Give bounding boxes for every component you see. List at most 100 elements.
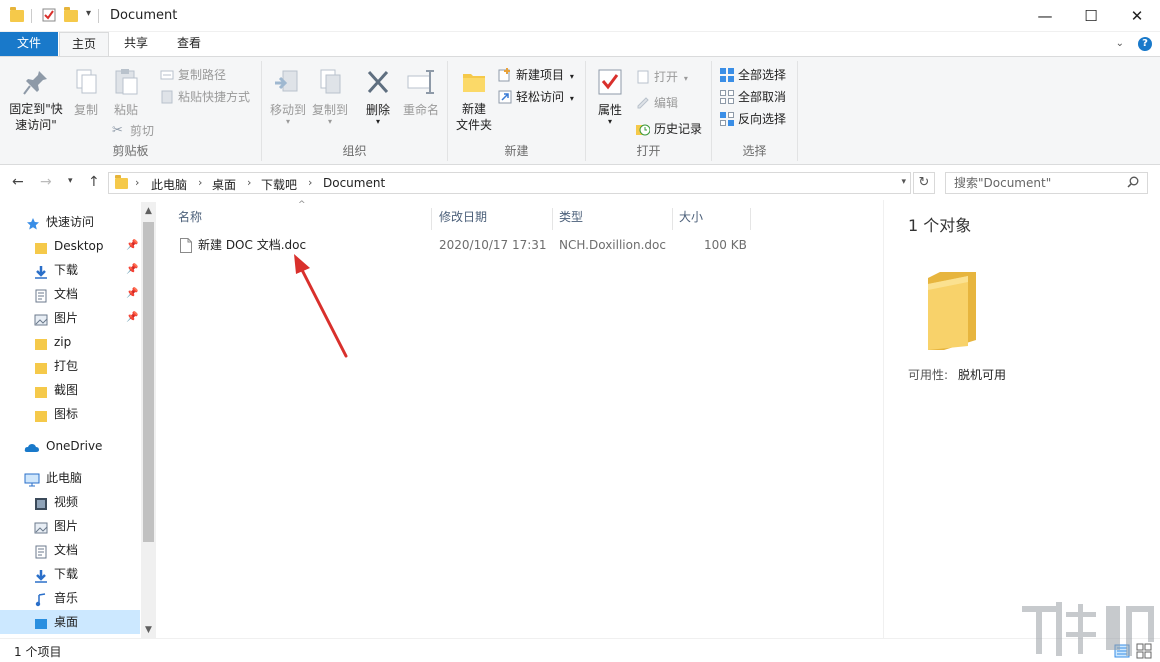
search-input[interactable] [954, 175, 1124, 191]
address-bar[interactable]: › 此电脑 › 桌面 › 下载吧 › Document ▾ [108, 172, 911, 194]
select-all-label: 全部选择 [738, 68, 787, 82]
nav-quick-access[interactable]: 快速访问 [0, 210, 140, 234]
folder-icon [34, 407, 48, 422]
forward-arrow-icon[interactable]: → [40, 174, 52, 190]
copy-to-label: 复制到 [311, 103, 348, 117]
column-header-size[interactable]: 大小 [673, 208, 751, 230]
column-header-modified[interactable]: 修改日期 [433, 208, 553, 230]
history-button[interactable]: 历史记录 [636, 119, 702, 139]
edit-button[interactable]: 编辑 [636, 93, 678, 113]
nav-item-icons[interactable]: 图标 [0, 402, 140, 426]
delete-label: 删除 [365, 103, 390, 117]
rename-button[interactable]: 重命名 [400, 63, 442, 118]
nav-item-downloads[interactable]: 下载 📌 [0, 258, 140, 282]
recent-locations-icon[interactable]: ▾ [68, 176, 73, 186]
tab-home[interactable]: 主页 [59, 32, 109, 56]
table-row[interactable]: 新建 DOC 文档.doc 2020/10/17 17:31 NCH.Doxil… [174, 234, 754, 256]
customize-quick-access-icon[interactable]: ▾ [86, 8, 91, 19]
breadcrumb-download[interactable]: 下载吧 [261, 176, 297, 193]
easy-access-button[interactable]: 轻松访问 ▾ [498, 87, 574, 107]
nav-item-pc-pictures[interactable]: 图片 [0, 514, 140, 538]
properties-quick-icon[interactable] [42, 8, 56, 22]
annotation-arrow-icon [294, 254, 348, 358]
up-arrow-icon[interactable]: ↑ [88, 174, 100, 190]
help-icon[interactable]: ? [1138, 37, 1152, 51]
breadcrumb-desktop[interactable]: 桌面 [212, 176, 236, 193]
nav-item-pc-desktop[interactable]: 桌面 [0, 610, 140, 634]
paste-shortcut-button[interactable]: 粘贴快捷方式 [160, 87, 250, 107]
select-none-icon [720, 90, 734, 104]
cloud-icon [24, 439, 39, 453]
breadcrumb-this-pc[interactable]: 此电脑 [151, 176, 187, 193]
column-header-name[interactable]: 名称 [172, 208, 432, 230]
maximize-button[interactable]: ☐ [1068, 0, 1114, 31]
pin-icon[interactable]: 📌 [126, 258, 138, 282]
new-item-button[interactable]: 新建项目 ▾ [498, 65, 574, 85]
search-icon[interactable] [1127, 176, 1139, 191]
cut-button[interactable]: ✂ 剪切 [112, 121, 154, 141]
nav-item-pack[interactable]: 打包 [0, 354, 140, 378]
minimize-button[interactable]: — [1022, 0, 1068, 31]
new-folder-button[interactable]: 新建 文件夹 [452, 63, 496, 133]
nav-this-pc[interactable]: 此电脑 [0, 466, 140, 490]
dropdown-arrow-icon: ▾ [569, 72, 574, 81]
close-button[interactable]: ✕ [1114, 0, 1160, 31]
delete-button[interactable]: 删除 ▾ [360, 63, 396, 126]
copy-button[interactable]: 复制 [68, 63, 104, 118]
nav-item-desktop[interactable]: Desktop 📌 [0, 234, 140, 258]
collapse-ribbon-icon[interactable]: ⌄ [1116, 38, 1124, 49]
item-count: 1 个项目 [14, 645, 62, 659]
picture-icon [34, 311, 48, 326]
nav-item-pc-documents[interactable]: 文档 [0, 538, 140, 562]
scroll-up-icon[interactable]: ▲ [141, 206, 156, 216]
search-box[interactable] [945, 172, 1148, 194]
copy-path-button[interactable]: 复制路径 [160, 65, 226, 85]
star-icon [26, 215, 40, 230]
select-all-button[interactable]: 全部选择 [720, 65, 786, 85]
move-to-button[interactable]: 移动到 ▾ [266, 63, 310, 126]
nav-onedrive[interactable]: OneDrive [0, 434, 140, 458]
tab-view[interactable]: 查看 [164, 32, 214, 56]
tab-file[interactable]: 文件 [0, 32, 58, 56]
history-icon [636, 122, 651, 136]
nav-item-pc-downloads[interactable]: 下载 [0, 562, 140, 586]
music-icon [34, 591, 48, 607]
column-header-type[interactable]: 类型 [553, 208, 673, 230]
refresh-icon[interactable]: ↻ [913, 172, 935, 194]
nav-item-pictures[interactable]: 图片 📌 [0, 306, 140, 330]
nav-item-music[interactable]: 音乐 [0, 586, 140, 610]
properties-button[interactable]: 属性 ▾ [590, 63, 630, 126]
new-folder-label: 新建 文件夹 [455, 102, 492, 132]
pin-icon[interactable]: 📌 [126, 306, 138, 330]
file-icon [180, 238, 192, 260]
nav-item-screenshots[interactable]: 截图 [0, 378, 140, 402]
nav-label: 快速访问 [46, 215, 95, 229]
pin-to-quick-access-button[interactable]: 固定到"快速访问" [6, 63, 66, 133]
open-button[interactable]: 打开 ▾ [636, 67, 688, 87]
copy-to-button[interactable]: 复制到 ▾ [308, 63, 352, 126]
properties-icon [595, 67, 625, 97]
nav-item-videos[interactable]: 视频 [0, 490, 140, 514]
group-label-select: 选择 [742, 144, 767, 158]
cut-label: 剪切 [130, 124, 155, 138]
pin-icon [21, 67, 51, 97]
address-dropdown-icon[interactable]: ▾ [901, 177, 906, 187]
pin-icon[interactable]: 📌 [126, 282, 138, 306]
folder-icon [34, 335, 48, 350]
select-none-button[interactable]: 全部取消 [720, 87, 786, 107]
nav-label: 打包 [54, 359, 79, 373]
nav-item-documents[interactable]: 文档 📌 [0, 282, 140, 306]
nav-item-zip[interactable]: zip [0, 330, 140, 354]
invert-selection-button[interactable]: 反向选择 [720, 109, 786, 129]
address-row: ← → ▾ ↑ › 此电脑 › 桌面 › 下载吧 › Document ▾ ↻ [0, 166, 1160, 200]
document-icon [34, 287, 48, 303]
paste-button[interactable]: 粘贴 [108, 63, 144, 118]
pin-icon[interactable]: 📌 [126, 234, 138, 258]
nav-scrollbar-thumb[interactable] [143, 222, 154, 542]
tab-share[interactable]: 共享 [112, 32, 160, 56]
new-folder-quick-icon[interactable] [64, 7, 78, 22]
breadcrumb-document[interactable]: Document [323, 176, 385, 190]
scroll-down-icon[interactable]: ▼ [141, 625, 156, 635]
back-arrow-icon[interactable]: ← [12, 174, 24, 190]
nav-label: 截图 [54, 383, 79, 397]
